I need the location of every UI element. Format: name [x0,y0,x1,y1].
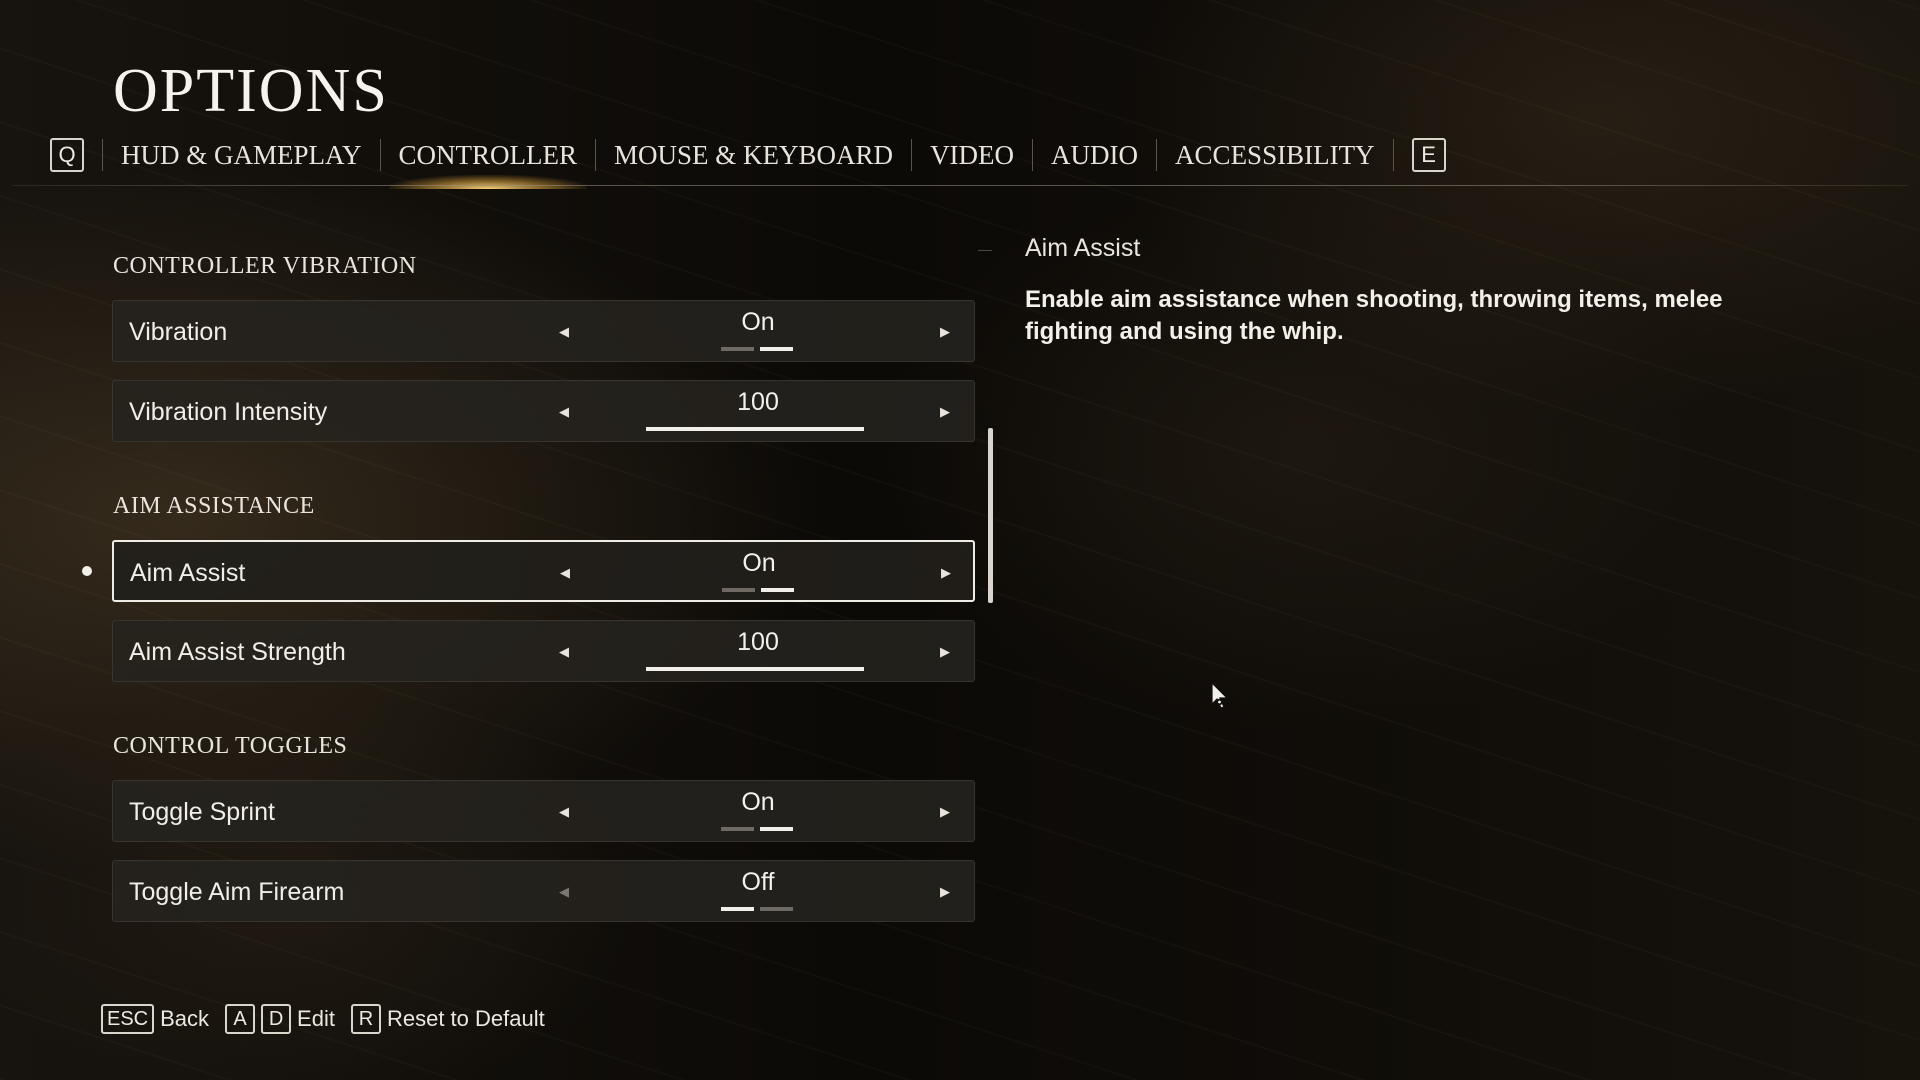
caret-left-icon[interactable]: ◀ [550,542,580,604]
toggle-indicator [721,907,793,911]
caret-right-icon[interactable]: ▶ [930,381,960,443]
caret-right-icon[interactable]: ▶ [931,542,961,604]
setting-label: Vibration [129,318,228,346]
esc-key[interactable]: ESC [101,1004,155,1034]
r-key[interactable]: R [350,1004,381,1034]
setting-value: 100 [737,388,779,416]
setting-row-toggle-sprint[interactable]: Toggle Sprint ◀ On ▶ [112,780,975,842]
setting-label: Toggle Aim Firearm [129,878,345,906]
caret-left-icon[interactable]: ◀ [549,301,579,363]
caret-right-icon[interactable]: ▶ [930,301,960,363]
setting-row-aim-assist[interactable]: Aim Assist ◀ On ▶ [112,540,975,602]
caret-right-icon[interactable]: ▶ [930,861,960,923]
d-key[interactable]: D [261,1004,292,1034]
tab-divider [12,185,1908,186]
setting-value: On [742,549,776,577]
setting-value: Off [741,868,775,896]
focus-indicator-dot [82,566,92,576]
tab-controller[interactable]: CONTROLLER [381,139,597,189]
back-label[interactable]: Back [160,1006,209,1032]
section-title-control-toggles: CONTROL TOGGLES [113,733,348,759]
tab-bar: Q HUD & GAMEPLAY CONTROLLER MOUSE & KEYB… [50,134,1446,189]
toggle-indicator [721,347,793,351]
tab-prev-key[interactable]: Q [50,138,84,172]
setting-label: Vibration Intensity [129,398,328,426]
setting-row-aim-assist-strength[interactable]: Aim Assist Strength ◀ 100 ▶ [112,620,975,682]
toggle-indicator [722,588,794,592]
setting-label: Aim Assist [130,559,246,587]
setting-label: Toggle Sprint [129,798,275,826]
page-title: OPTIONS [113,57,389,125]
caret-left-icon[interactable]: ◀ [549,781,579,843]
slider-track[interactable] [646,427,864,431]
section-title-aim-assistance: AIM ASSISTANCE [113,493,315,519]
tab-hud-gameplay[interactable]: HUD & GAMEPLAY [102,139,381,171]
scrollbar-thumb[interactable] [988,428,993,603]
caret-left-icon[interactable]: ◀ [549,381,579,443]
setting-value: On [741,788,775,816]
tab-mouse-keyboard[interactable]: MOUSE & KEYBOARD [596,139,913,171]
mouse-pointer-icon [1211,682,1229,709]
tab-audio[interactable]: AUDIO [1033,139,1158,171]
caret-right-icon[interactable]: ▶ [930,621,960,683]
setting-value: On [741,308,775,336]
setting-row-vibration-intensity[interactable]: Vibration Intensity ◀ 100 ▶ [112,380,975,442]
footer-hints: ESC Back A D Edit R Reset to Default [101,1004,555,1034]
tab-video[interactable]: VIDEO [912,139,1034,171]
reset-label[interactable]: Reset to Default [387,1006,545,1032]
caret-right-icon[interactable]: ▶ [930,781,960,843]
description-body: Enable aim assistance when shooting, thr… [1025,286,1723,345]
setting-row-toggle-aim-firearm[interactable]: Toggle Aim Firearm ◀ Off ▶ [112,860,975,922]
slider-fill [646,667,864,671]
edit-label[interactable]: Edit [297,1006,335,1032]
toggle-indicator [721,827,793,831]
caret-left-icon[interactable]: ◀ [549,861,579,923]
setting-label: Aim Assist Strength [129,638,346,666]
setting-value: 100 [737,628,779,656]
scroll-track-marker [978,250,992,251]
slider-track[interactable] [646,667,864,671]
tab-accessibility[interactable]: ACCESSIBILITY [1157,139,1394,171]
setting-row-vibration[interactable]: Vibration ◀ On ▶ [112,300,975,362]
a-key[interactable]: A [225,1004,256,1034]
caret-left-icon[interactable]: ◀ [549,621,579,683]
section-title-controller-vibration: CONTROLLER VIBRATION [113,253,417,279]
tab-next-key[interactable]: E [1411,138,1446,172]
slider-fill [646,427,864,431]
description-title: Aim Assist [1025,234,1141,262]
